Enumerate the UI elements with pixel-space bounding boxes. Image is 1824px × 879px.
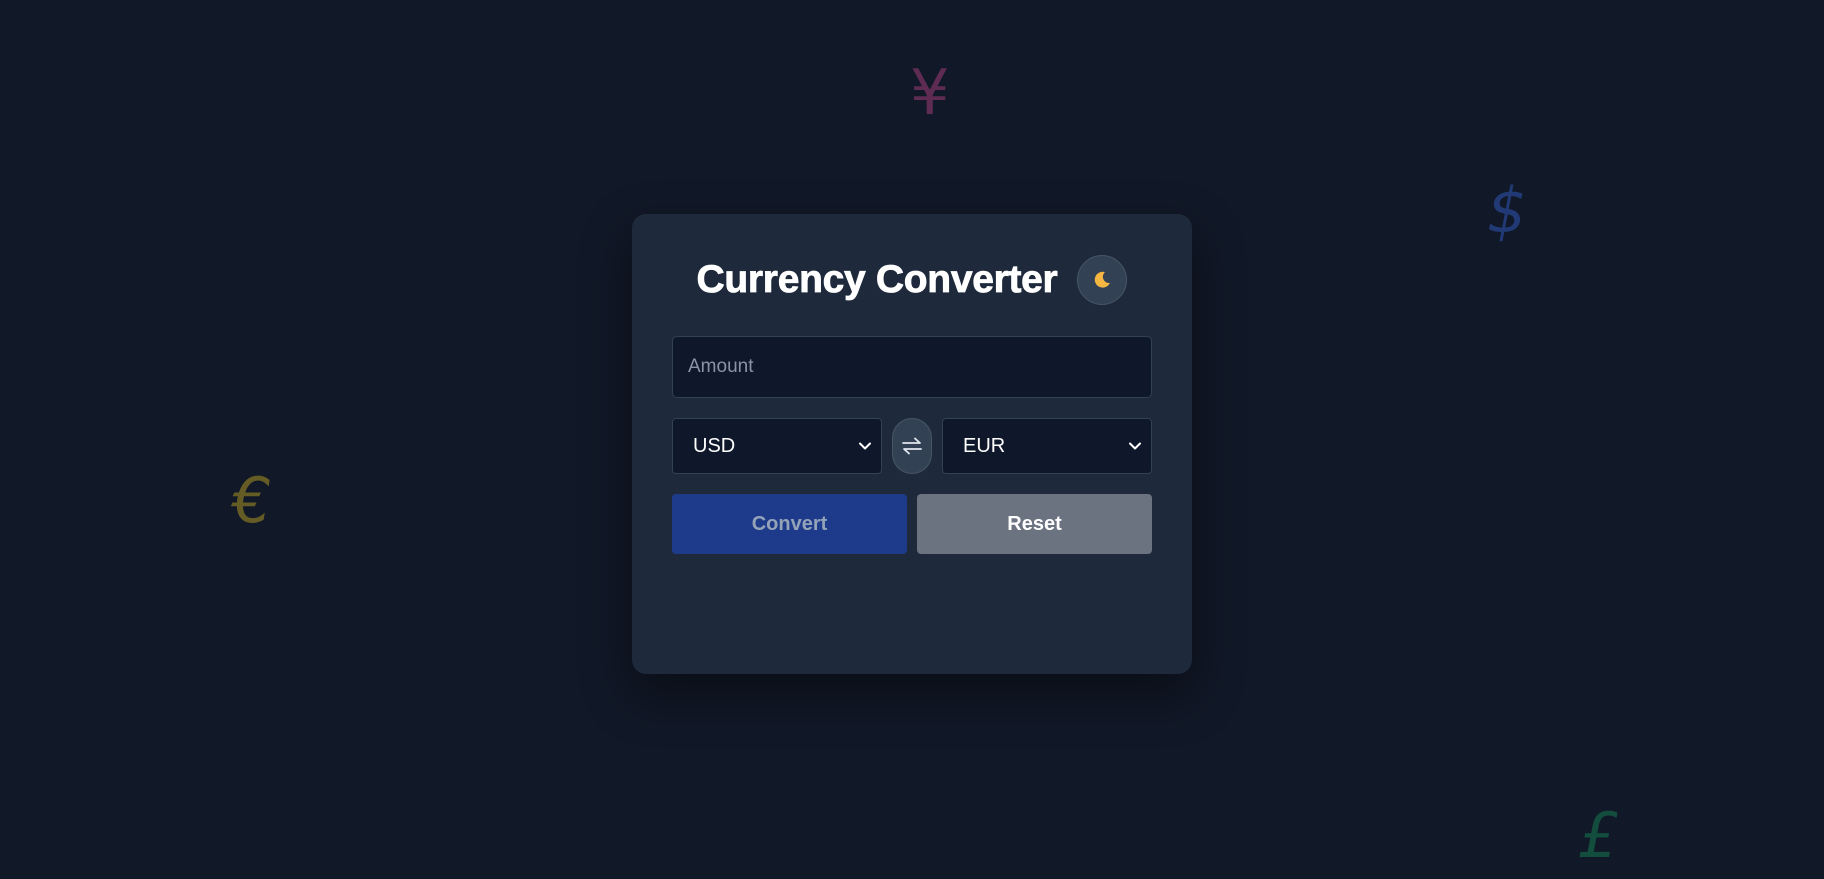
dollar-symbol-decoration: $ xyxy=(1487,174,1527,247)
reset-button[interactable]: Reset xyxy=(917,494,1152,554)
chevron-down-icon xyxy=(1129,442,1141,450)
euro-symbol-decoration: € xyxy=(232,464,272,537)
pound-symbol-decoration: £ xyxy=(1578,799,1618,872)
to-currency-select[interactable]: EUR xyxy=(942,418,1152,474)
from-currency-value: USD xyxy=(693,434,736,457)
swap-currencies-button[interactable] xyxy=(892,418,932,474)
chevron-down-icon xyxy=(859,442,871,450)
yen-symbol-decoration: ¥ xyxy=(910,56,950,129)
convert-button[interactable]: Convert xyxy=(672,494,907,554)
swap-arrows-icon xyxy=(902,437,922,455)
to-currency-value: EUR xyxy=(963,434,1006,457)
card-header: Currency Converter xyxy=(672,254,1152,306)
from-currency-select[interactable]: USD xyxy=(672,418,882,474)
page-title: Currency Converter xyxy=(696,258,1058,302)
converter-card: Currency Converter USD xyxy=(632,214,1192,674)
theme-toggle-button[interactable] xyxy=(1077,255,1128,305)
moon-icon xyxy=(1095,271,1111,288)
currency-select-row: USD EUR xyxy=(672,418,1152,474)
action-buttons-row: Convert Reset xyxy=(672,494,1152,554)
page-background: ¥ $ € £ Currency Converter USD xyxy=(0,0,1824,879)
amount-input[interactable] xyxy=(672,336,1152,398)
